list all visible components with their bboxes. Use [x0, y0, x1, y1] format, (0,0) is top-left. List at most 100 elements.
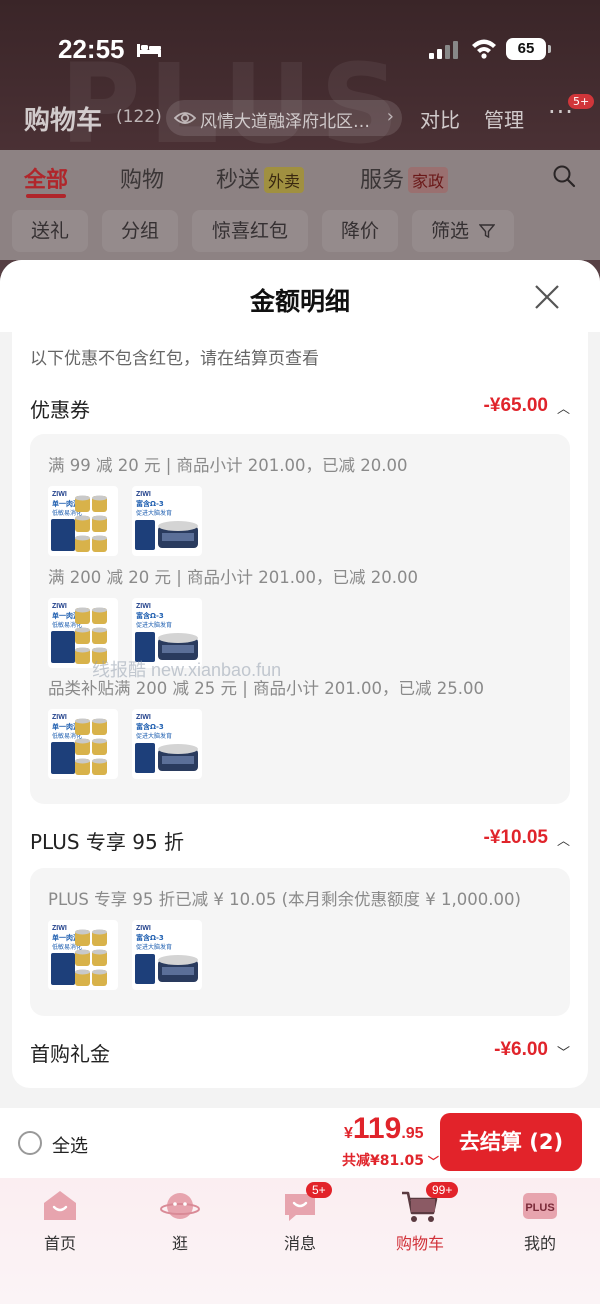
chevron-up-icon: ︿: [556, 834, 570, 849]
chip-group[interactable]: 分组: [102, 210, 178, 252]
cart-header: 购物车 (122) 风情大道融泽府北区… › 对比 管理 ··· 5+: [0, 94, 600, 148]
tab-shopping[interactable]: 购物: [120, 162, 164, 194]
tabbar-cart-label: 购物车: [395, 1234, 444, 1253]
product-thumbnail[interactable]: ZIWI 富含Ω-3 促进大脑发育: [132, 709, 202, 779]
product-can-lid: [75, 929, 90, 935]
tab-instant-delivery[interactable]: 秒送 外卖: [216, 162, 305, 194]
takeout-tag: 外卖: [264, 167, 305, 193]
first-gift-section-header[interactable]: 首购礼金 -¥6.00 ﹀: [30, 1038, 570, 1068]
product-image: ZIWI富含Ω-3促进大脑发育: [135, 714, 198, 773]
product-can-lid: [92, 647, 107, 653]
product-box: [51, 631, 75, 663]
close-icon[interactable]: [534, 284, 560, 310]
chip-filter[interactable]: 筛选: [412, 210, 514, 252]
product-can-lid: [92, 738, 107, 744]
more-badge: 5+: [568, 94, 595, 109]
compare-button[interactable]: 对比: [420, 104, 460, 133]
address-selector[interactable]: 风情大道融泽府北区… ›: [166, 100, 402, 136]
product-can-lid: [92, 949, 107, 955]
coupon-amount: -¥65.00: [483, 395, 548, 416]
product-can-label: [162, 645, 194, 653]
product-box: [51, 742, 75, 774]
plus-section-header[interactable]: PLUS 专享 95 折 -¥10.05 ︿: [30, 826, 570, 856]
product-can-lid: [158, 744, 198, 754]
manage-button[interactable]: 管理: [484, 104, 524, 133]
tab-all[interactable]: 全部: [24, 162, 68, 194]
sheet-header: 金额明细: [0, 260, 600, 332]
product-box: [51, 953, 75, 985]
product-can-lid: [158, 521, 198, 531]
cart-item-count: (122): [116, 107, 162, 127]
eye-icon: [174, 112, 196, 124]
product-box: [51, 519, 75, 551]
plus-amount: -¥10.05: [483, 827, 548, 848]
product-box: [135, 520, 155, 550]
tabbar-cart[interactable]: 99+ 购物车: [370, 1182, 470, 1254]
product-thumbnail[interactable]: ZIWI 富含Ω-3 促进大脑发育: [132, 486, 202, 556]
messages-badge: 5+: [306, 1182, 332, 1198]
address-text: 风情大道融泽府北区…: [200, 112, 370, 132]
product-can-label: [162, 967, 194, 975]
product-thumbnail[interactable]: ZIWI 富含Ω-3 促进大脑发育: [132, 920, 202, 990]
tabbar-explore-label: 逛: [171, 1234, 188, 1253]
product-image: ZIWI单一肉源低敏易消化: [51, 925, 107, 986]
coupon-section-header[interactable]: 优惠券 -¥65.00 ︿: [30, 394, 570, 424]
product-can-lid: [92, 515, 107, 521]
checkout-button[interactable]: 去结算 (2): [440, 1113, 582, 1171]
chevron-down-icon: ﹀: [424, 1155, 439, 1168]
cellular-signal-icon: [429, 41, 458, 59]
chip-filter-label: 筛选: [430, 220, 469, 242]
site-watermark: 线报酷 new.xianbao.fun: [92, 660, 282, 680]
product-can-lid: [75, 758, 90, 764]
filter-icon: [478, 224, 496, 239]
product-brand: ZIWI: [136, 603, 151, 610]
product-box: [135, 954, 155, 984]
product-can-lid: [75, 627, 90, 633]
product-image: ZIWI单一肉源低敏易消化: [51, 491, 107, 552]
tabbar-messages[interactable]: 5+ 消息: [250, 1182, 350, 1254]
total-saved-text: 共减¥81.05: [342, 1153, 425, 1169]
chip-surprise-redpacket[interactable]: 惊喜红包: [192, 210, 308, 252]
checkout-bar: 全选 ¥119.95 共减¥81.05 ﹀ 去结算 (2): [0, 1108, 600, 1178]
plus-rule: PLUS 专享 95 折已减 ¥ 10.05 (本月剩余优惠额度 ¥ 1,000…: [48, 890, 521, 909]
product-can-lid: [75, 495, 90, 501]
price-decimal: .95: [401, 1125, 424, 1142]
product-brand: ZIWI: [136, 925, 151, 932]
tabbar-explore[interactable]: 逛: [130, 1188, 230, 1254]
total-saved[interactable]: 共减¥81.05 ﹀: [342, 1150, 439, 1170]
total-price: ¥119.95: [344, 1112, 424, 1146]
tabbar-profile-label: 我的: [523, 1234, 556, 1253]
chip-price-drop[interactable]: 降价: [322, 210, 398, 252]
product-tagline: 促进大脑发育: [136, 621, 172, 629]
select-all-checkbox[interactable]: [18, 1131, 42, 1155]
product-thumbnail[interactable]: ZIWI 单一肉源 低敏易消化: [48, 486, 118, 556]
tabbar-home[interactable]: 首页: [10, 1188, 110, 1254]
product-image: ZIWI富含Ω-3促进大脑发育: [135, 491, 198, 550]
product-can-lid: [92, 718, 107, 724]
planet-icon: [160, 1193, 200, 1219]
coupon-title: 优惠券: [30, 398, 90, 422]
product-thumbnail[interactable]: ZIWI 单一肉源 低敏易消化: [48, 920, 118, 990]
select-all-label[interactable]: 全选: [52, 1132, 88, 1158]
product-can-lid: [92, 758, 107, 764]
product-thumbnail[interactable]: ZIWI 单一肉源 低敏易消化: [48, 709, 118, 779]
product-brand: ZIWI: [52, 603, 67, 610]
price-integer: 119: [352, 1112, 402, 1145]
chip-gift[interactable]: 送礼: [12, 210, 88, 252]
product-tagline: 促进大脑发育: [136, 732, 172, 740]
product-can-lid: [75, 969, 90, 975]
search-icon[interactable]: [552, 164, 576, 188]
cart-tabs-area: 全部 购物 秒送 外卖 服务 家政 送礼 分组 惊喜红包 降价 筛选: [0, 150, 600, 260]
product-can-lid: [92, 627, 107, 633]
product-can-lid: [75, 738, 90, 744]
product-tagline: 富含Ω-3: [136, 933, 164, 942]
product-can-lid: [75, 607, 90, 613]
redpacket-notice: 以下优惠不包含红包，请在结算页查看: [30, 349, 319, 369]
product-can-lid: [92, 495, 107, 501]
tab-services[interactable]: 服务 家政: [360, 162, 449, 194]
product-image: ZIWI单一肉源低敏易消化: [51, 714, 107, 775]
product-tagline: 富含Ω-3: [136, 722, 164, 731]
product-can-lid: [92, 969, 107, 975]
chevron-down-icon: ﹀: [556, 1046, 570, 1061]
tabbar-profile[interactable]: PLUS 我的: [490, 1188, 590, 1254]
